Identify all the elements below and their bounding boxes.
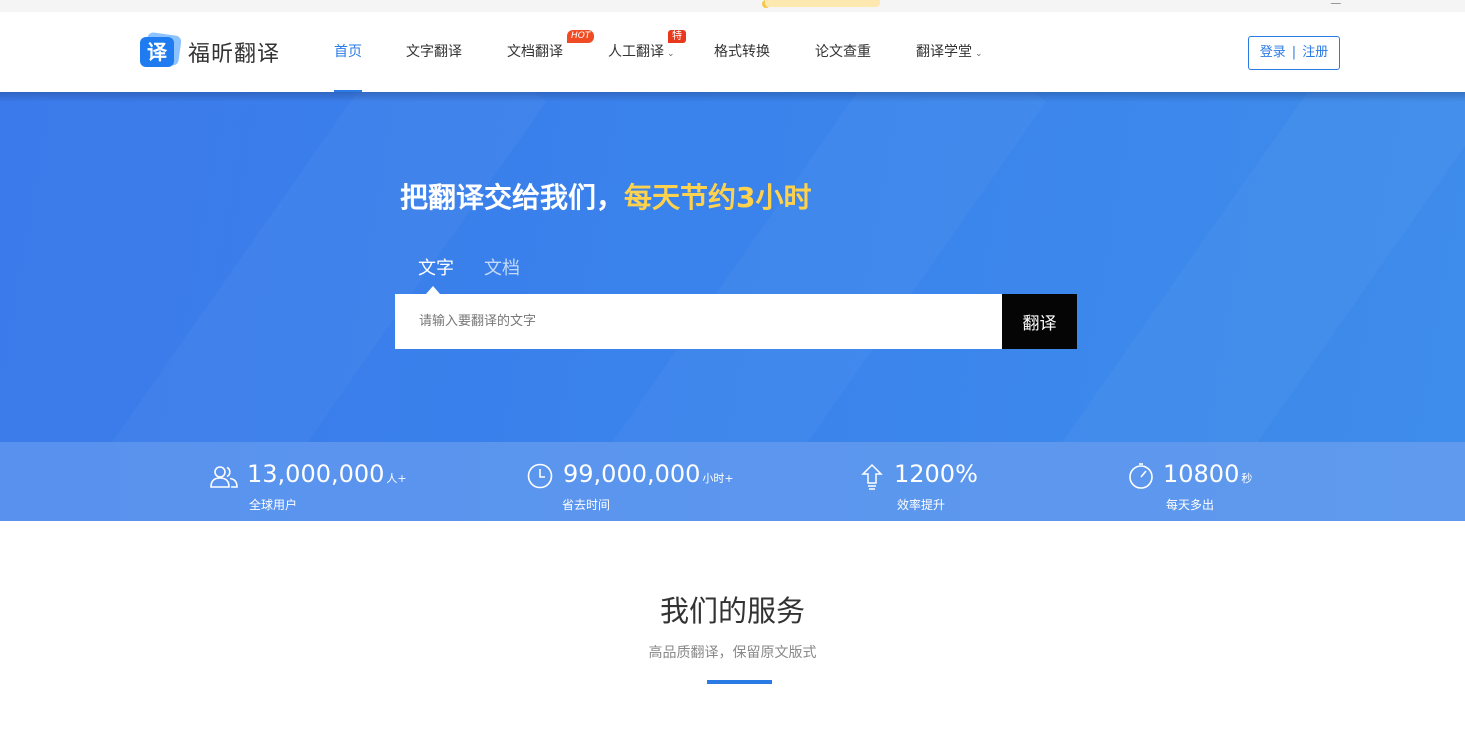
stats-bar: 13,000,000 人+ 全球用户 99,000,000 小时+ 省去时间 120… <box>0 442 1465 521</box>
top-strip-mark <box>1328 0 1342 4</box>
hero-title-highlight: 每天节约3小时 <box>624 181 812 214</box>
hero-decor <box>514 92 1047 442</box>
arrow-up-icon <box>861 463 883 490</box>
hot-badge: HOT <box>567 30 595 43</box>
nav-text-translate[interactable]: 文字翻译 <box>406 12 462 92</box>
nav-plagiarism-check-label: 论文查重 <box>815 44 871 60</box>
nav-translation-academy-label: 翻译学堂 <box>916 44 972 60</box>
register-link[interactable]: 注册 <box>1302 45 1328 60</box>
hero-title: 把翻译交给我们，每天节约3小时 <box>400 176 812 216</box>
services-underline <box>707 680 772 684</box>
active-tab-indicator <box>426 286 440 294</box>
stat-efficiency-value: 1200% <box>894 460 980 488</box>
users-icon <box>210 466 238 488</box>
nav-plagiarism-check[interactable]: 论文查重 <box>815 12 871 92</box>
stat-users-number: 13,000,000 <box>247 460 385 488</box>
stopwatch-icon <box>1129 463 1153 489</box>
stat-extra-time-number: 10800 <box>1163 460 1240 488</box>
auth-separator: | <box>1291 45 1297 60</box>
stat-time-saved-number: 99,000,000 <box>563 460 701 488</box>
nav-human-translate-label: 人工翻译 <box>608 44 664 60</box>
stat-users-value: 13,000,000 人+ <box>247 460 407 488</box>
nav-home-label: 首页 <box>334 44 362 60</box>
logo-icon-glyph: 译 <box>140 37 174 67</box>
nav-human-translate[interactable]: 人工翻译 ⌄ <box>608 12 675 92</box>
stat-extra-time-unit: 秒 <box>1241 472 1253 485</box>
services-title: 我们的服务 <box>659 594 805 628</box>
brand-name: 福昕翻译 <box>188 42 281 67</box>
stat-time-saved-value: 99,000,000 小时+ <box>563 460 734 488</box>
nav-doc-translate-label: 文档翻译 <box>507 44 563 60</box>
nav-doc-translate[interactable]: 文档翻译 <box>507 12 563 92</box>
stat-efficiency-number: 1200% <box>894 460 978 488</box>
stat-time-saved-unit: 小时+ <box>702 472 734 485</box>
tab-text[interactable]: 文字 <box>418 254 454 280</box>
nav-format-convert[interactable]: 格式转换 <box>714 12 770 92</box>
special-price-badge: 特价 <box>668 30 686 55</box>
nav-format-convert-label: 格式转换 <box>714 44 770 60</box>
promo-banner[interactable] <box>765 0 880 7</box>
stat-users-label: 全球用户 <box>249 498 298 512</box>
services-subtitle: 高品质翻译，保留原文版式 <box>648 645 817 661</box>
clock-icon <box>527 463 553 489</box>
stat-efficiency-label: 效率提升 <box>897 498 946 512</box>
nav-translation-academy[interactable]: 翻译学堂 ⌄ <box>916 12 983 92</box>
top-strip <box>0 0 1465 12</box>
stat-time-saved-label: 省去时间 <box>562 498 611 512</box>
hero-decor <box>14 92 547 442</box>
hero-decor <box>964 92 1465 442</box>
hero-banner: 把翻译交给我们，每天节约3小时 文字 文档 翻译 <box>0 92 1465 442</box>
header-shadow <box>0 92 1465 102</box>
logo[interactable]: 译 福昕翻译 <box>140 31 281 70</box>
stat-users-unit: 人+ <box>386 472 407 485</box>
stat-extra-time-label: 每天多出 <box>1166 498 1215 512</box>
nav-text-translate-label: 文字翻译 <box>406 44 462 60</box>
header: 译 福昕翻译 首页 文字翻译 文档翻译 HOT 人工翻译 ⌄ 特价 格式转换 论文… <box>0 12 1465 92</box>
translate-button[interactable]: 翻译 <box>1002 294 1077 349</box>
nav-home[interactable]: 首页 <box>334 12 362 92</box>
login-link[interactable]: 登录 <box>1260 45 1286 60</box>
logo-icon: 译 <box>140 31 182 70</box>
stat-extra-time-value: 10800 秒 <box>1163 460 1252 488</box>
tab-document[interactable]: 文档 <box>484 254 520 280</box>
chevron-down-icon: ⌄ <box>975 49 983 59</box>
translate-input[interactable] <box>395 294 1002 349</box>
login-register-button[interactable]: 登录 | 注册 <box>1248 36 1340 70</box>
hero-title-main: 把翻译交给我们， <box>400 181 625 214</box>
